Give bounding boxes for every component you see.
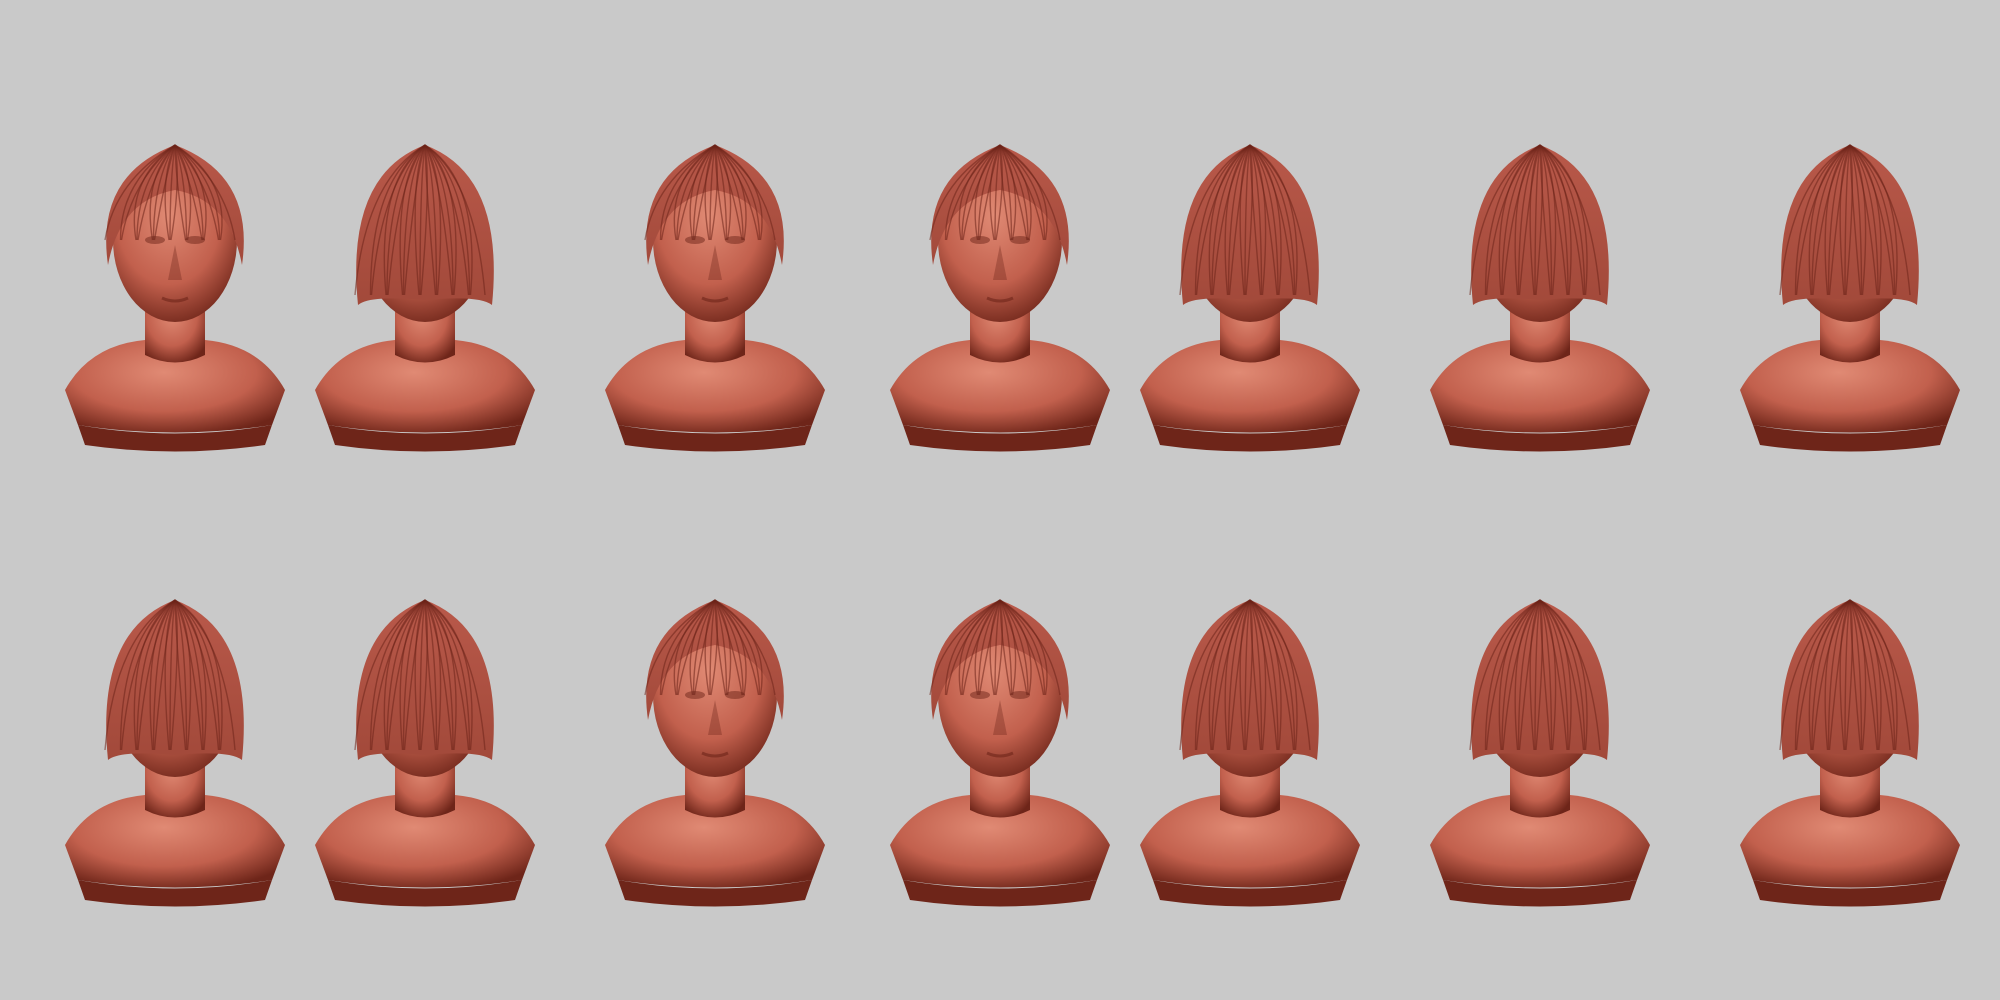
sculpt-bust-front-bust <box>50 90 300 452</box>
sculpt-bust-left-three-quarter <box>1415 90 1665 452</box>
sculpt-bust-front-tilted-down <box>875 545 1125 907</box>
sculpt-bust-front <box>590 90 840 452</box>
sculpt-bust-front-low <box>590 545 840 907</box>
sculpt-bust-back-right-three-quarter <box>1725 90 1975 452</box>
sculpt-bust-back-three-quarter-low <box>300 90 550 452</box>
sculpt-bust-front <box>875 90 1125 452</box>
sculpt-bust-left-back-three-quarter <box>1415 545 1665 907</box>
sculpt-bust-back <box>300 545 550 907</box>
sculpt-bust-back-left-three-quarter <box>50 545 300 907</box>
sculpt-bust-left-profile <box>1725 545 1975 907</box>
sculpt-bust-right-profile <box>1125 90 1375 452</box>
sculpt-bust-right-three-quarter <box>1125 545 1375 907</box>
render-canvas <box>0 0 2000 1000</box>
